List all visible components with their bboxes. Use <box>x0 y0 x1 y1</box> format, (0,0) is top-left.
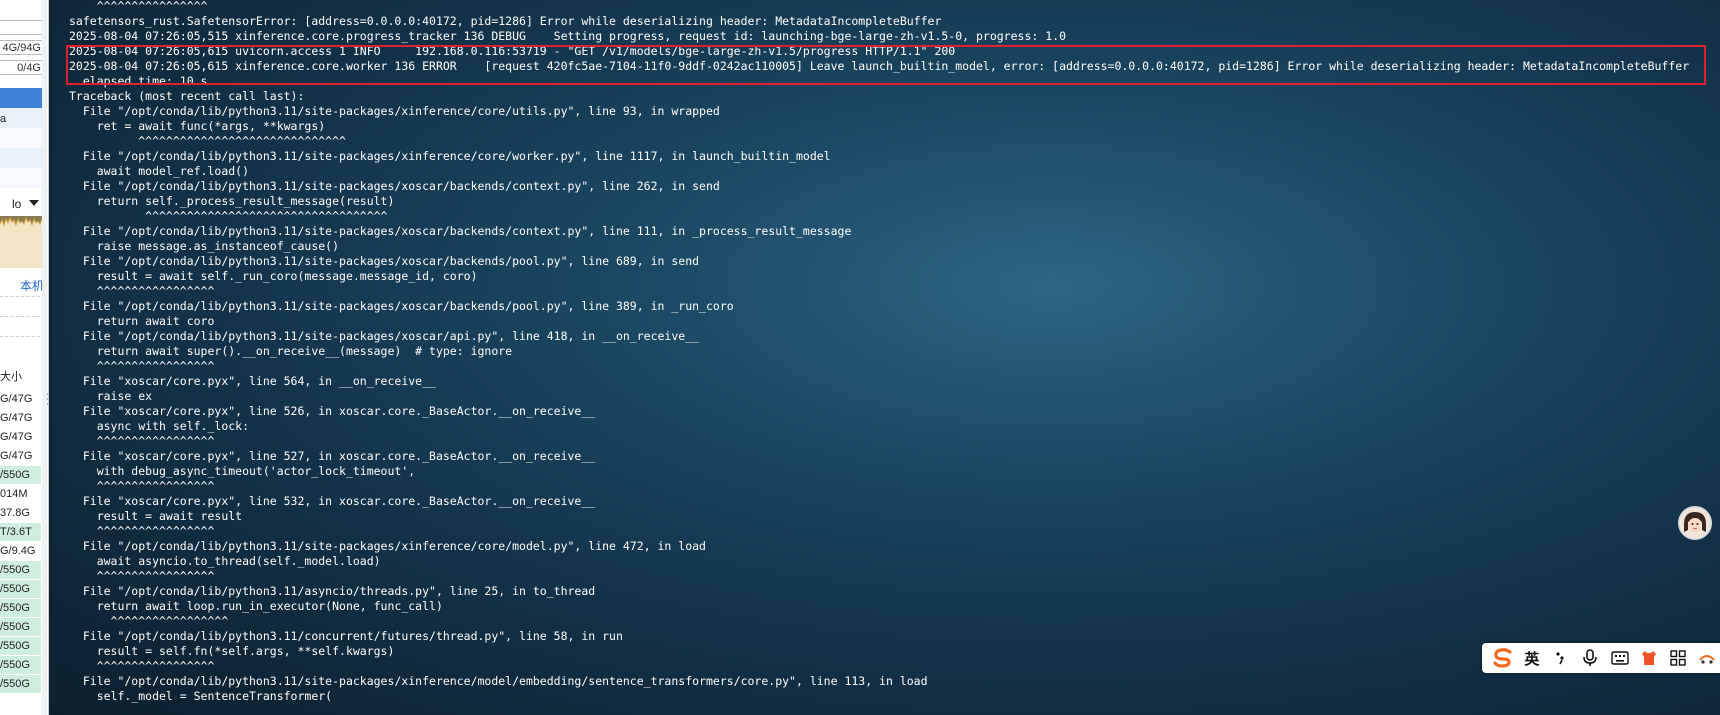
log-line: return await coro <box>69 314 215 328</box>
log-line: ^^^^^^^^^^^^^^^^^ <box>69 434 215 448</box>
log-line: File "/opt/conda/lib/python3.11/site-pac… <box>69 254 700 268</box>
divider <box>0 336 45 337</box>
log-line: result = await result <box>69 509 243 523</box>
keyboard-icon[interactable] <box>1605 643 1634 673</box>
memory-usage-box: 4G/94G <box>0 40 45 55</box>
log-line: result = await self._run_coro(message.me… <box>69 269 478 283</box>
log-line: Traceback (most recent call last): <box>69 89 305 103</box>
disk-size-cell[interactable]: /550G <box>0 637 41 655</box>
log-line: ^^^^^^^^^^^^^^^^^ <box>69 284 215 298</box>
log-line: File "xoscar/core.pyx", line 526, in xos… <box>69 404 596 418</box>
log-line: ret = await func(*args, **kwargs) <box>69 119 326 133</box>
panel-splitter[interactable] <box>42 0 47 715</box>
log-line: return self._process_result_message(resu… <box>69 194 395 208</box>
log-line: result = self.fn(*self.args, **self.kwar… <box>69 644 395 658</box>
disk-size-cell[interactable]: 014M <box>0 485 41 503</box>
list-item[interactable] <box>0 148 45 168</box>
log-line: File "/opt/conda/lib/python3.11/site-pac… <box>69 104 720 118</box>
log-line: File "/opt/conda/lib/python3.11/asyncio/… <box>69 584 596 598</box>
log-line: await asyncio.to_thread(self._model.load… <box>69 554 381 568</box>
log-line: File "/opt/conda/lib/python3.11/site-pac… <box>69 299 734 313</box>
list-item[interactable] <box>0 128 45 148</box>
log-line: raise message.as_instanceof_cause() <box>69 239 340 253</box>
divider <box>0 296 45 297</box>
log-line: ^^^^^^^^^^^^^^^^^^^^^^^^^^^^^^ <box>69 134 346 148</box>
local-machine-link[interactable]: 本机 <box>20 277 44 294</box>
assistant-avatar[interactable] <box>1678 506 1712 540</box>
log-line: with debug_async_timeout('actor_lock_tim… <box>69 464 416 478</box>
microphone-icon[interactable] <box>1576 643 1605 673</box>
log-line: ^^^^^^^^^^^^^^^^^^^^^^^^^^^^^^^^^^^ <box>69 209 388 223</box>
disk-size-cell[interactable]: /550G <box>0 561 41 579</box>
disk-size-cell[interactable]: 37.8G <box>0 504 41 522</box>
log-line: ^^^^^^^^^^^^^^^^^ <box>69 359 215 373</box>
disk-size-cell[interactable]: /550G <box>0 466 41 484</box>
network-graph <box>0 216 45 268</box>
avatar-face-icon <box>1680 508 1710 538</box>
disk-size-cell[interactable]: T/3.6T <box>0 523 41 541</box>
error-highlight-box <box>66 45 1706 85</box>
log-line: File "xoscar/core.pyx", line 532, in xos… <box>69 494 596 508</box>
disk-size-cell[interactable]: /550G <box>0 656 41 674</box>
disk-size-cell[interactable]: /550G <box>0 599 41 617</box>
log-line: ^^^^^^^^^^^^^^^^^ <box>69 659 215 673</box>
ime-logo-icon[interactable] <box>1488 643 1517 673</box>
grid-icon[interactable] <box>1664 643 1693 673</box>
log-line: File "xoscar/core.pyx", line 527, in xos… <box>69 449 596 463</box>
punctuation-icon[interactable] <box>1547 643 1576 673</box>
terminal-window[interactable]: ^^^^^^^^^^^^^^^^ safetensors_rust.Safeten… <box>52 0 1720 715</box>
log-line: File "/opt/conda/lib/python3.11/site-pac… <box>69 179 720 193</box>
disk-size-cell[interactable]: G/47G <box>0 390 41 408</box>
disk-size-cell[interactable]: /550G <box>0 580 41 598</box>
log-line: File "/opt/conda/lib/python3.11/site-pac… <box>69 674 928 688</box>
list-item[interactable] <box>0 108 45 128</box>
disk-size-cell[interactable]: G/9.4G <box>0 542 41 560</box>
disk-size-cell[interactable]: /550G <box>0 675 41 693</box>
log-line: File "/opt/conda/lib/python3.11/site-pac… <box>69 539 706 553</box>
log-line: 2025-08-04 07:26:05,515 xinference.core.… <box>69 29 1066 43</box>
dropdown-label[interactable]: lo <box>12 197 21 211</box>
more-icon[interactable] <box>1693 643 1720 673</box>
log-line: File "xoscar/core.pyx", line 564, in __o… <box>69 374 436 388</box>
list-item[interactable] <box>0 168 45 188</box>
log-line: await model_ref.load() <box>69 164 250 178</box>
ime-toolbar: 英 <box>1482 643 1720 673</box>
side-panel: 4G/94G 0/4G a lo 本机 大小 G/47G G/47G G/47G G/… <box>0 0 49 715</box>
log-line: File "/opt/conda/lib/python3.11/site-pac… <box>69 224 852 238</box>
log-line: ^^^^^^^^^^^^^^^^^ <box>69 524 215 538</box>
log-line: return await super().__on_receive__(mess… <box>69 344 513 358</box>
log-line: return await loop.run_in_executor(None, … <box>69 599 443 613</box>
log-line: ^^^^^^^^^^^^^^^^^ <box>69 569 215 583</box>
log-line: ^^^^^^^^^^^^^^^^^ <box>69 479 215 493</box>
selected-row[interactable] <box>0 88 45 108</box>
disk-size-cell[interactable]: G/47G <box>0 447 41 465</box>
skin-icon[interactable] <box>1634 643 1663 673</box>
log-line: safetensors_rust.SafetensorError: [addre… <box>69 14 942 28</box>
log-line: File "/opt/conda/lib/python3.11/site-pac… <box>69 329 700 343</box>
disk-size-cell[interactable]: G/47G <box>0 428 41 446</box>
log-line: raise ex <box>69 389 153 403</box>
log-line: File "/opt/conda/lib/python3.11/concurre… <box>69 629 623 643</box>
log-line: File "/opt/conda/lib/python3.11/site-pac… <box>69 149 831 163</box>
log-line: async with self._lock: <box>69 419 250 433</box>
divider <box>0 316 45 317</box>
size-column-header[interactable]: 大小 <box>0 368 22 384</box>
terminal-log: ^^^^^^^^^^^^^^^^ safetensors_rust.Safeten… <box>69 0 1689 704</box>
swap-usage-box: 0/4G <box>0 60 45 75</box>
chevron-down-icon[interactable] <box>29 200 39 206</box>
list-item-label: a <box>0 113 7 125</box>
disk-size-cell[interactable]: /550G <box>0 618 41 636</box>
log-line: self._model = SentenceTransformer( <box>69 689 333 703</box>
log-line: ^^^^^^^^^^^^^^^^ <box>69 0 208 13</box>
log-line: ^^^^^^^^^^^^^^^^^ <box>69 614 229 628</box>
stat-box-1 <box>0 20 45 35</box>
ime-language-toggle[interactable]: 英 <box>1517 643 1546 673</box>
disk-size-cell[interactable]: G/47G <box>0 409 41 427</box>
splitter-grip-icon[interactable] <box>47 393 48 409</box>
